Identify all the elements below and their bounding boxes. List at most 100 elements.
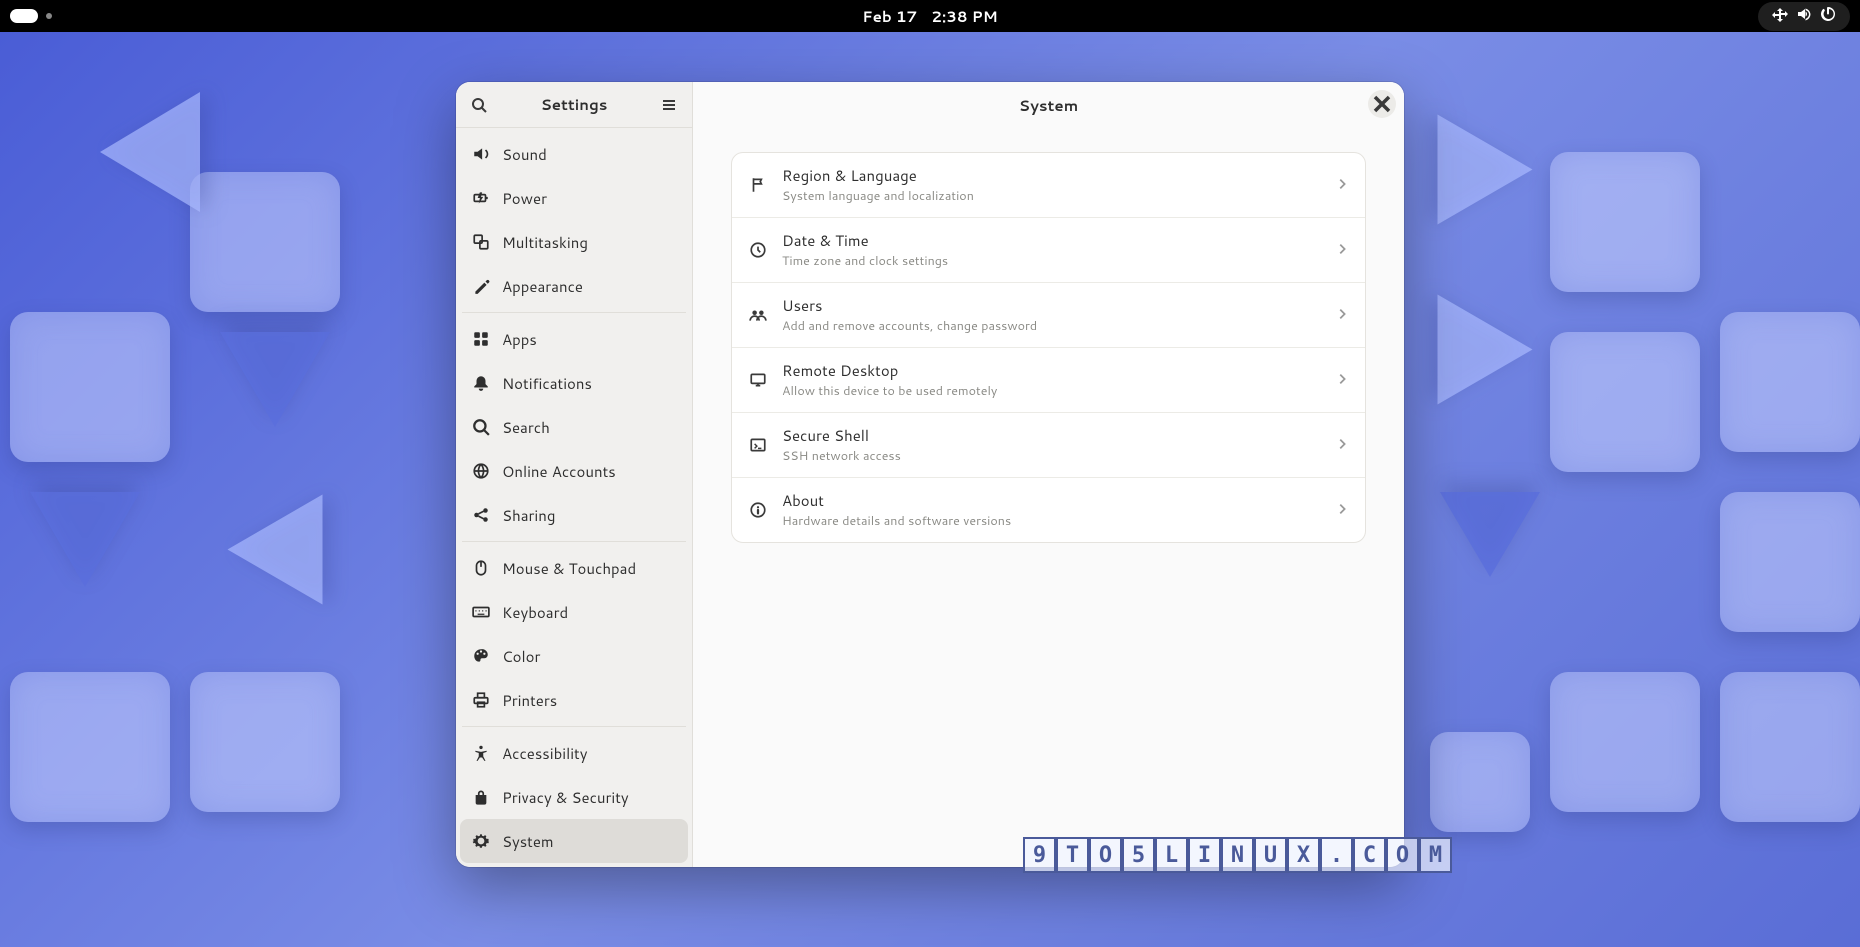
main-panel: System Region & LanguageSystem language …: [693, 82, 1404, 867]
search-icon: [472, 418, 490, 436]
watermark-char: M: [1419, 837, 1452, 873]
power-icon: [472, 189, 490, 207]
sidebar-item-label: Sharing: [502, 505, 555, 526]
row-text: Remote DesktopAllow this device to be us…: [782, 360, 1321, 400]
row-date-time[interactable]: Date & TimeTime zone and clock settings: [732, 218, 1365, 283]
privacy-icon: [472, 788, 490, 806]
sidebar-separator: [462, 541, 686, 542]
time-label: 2:38 PM: [931, 6, 997, 27]
sidebar-item-privacy-security[interactable]: Privacy & Security: [460, 775, 688, 819]
system-icon: [472, 832, 490, 850]
watermark-char: T: [1056, 837, 1089, 873]
color-icon: [472, 647, 490, 665]
system-status-area[interactable]: [1758, 2, 1850, 31]
chevron-right-icon: [1335, 174, 1349, 197]
sidebar-item-notifications[interactable]: Notifications: [460, 361, 688, 405]
row-about[interactable]: AboutHardware details and software versi…: [732, 478, 1365, 542]
sidebar-item-online-accounts[interactable]: Online Accounts: [460, 449, 688, 493]
sidebar-item-appearance[interactable]: Appearance: [460, 264, 688, 308]
sidebar-item-multitasking[interactable]: Multitasking: [460, 220, 688, 264]
row-title: About: [782, 490, 1321, 511]
datetime-icon: [748, 241, 768, 259]
row-remote-desktop[interactable]: Remote DesktopAllow this device to be us…: [732, 348, 1365, 413]
sidebar-item-system[interactable]: System: [460, 819, 688, 863]
sidebar-separator: [462, 726, 686, 727]
desktop: Settings SoundPowerMultitaskingAppearanc…: [0, 32, 1860, 947]
sidebar-item-label: Accessibility: [502, 743, 588, 764]
main-body: Region & LanguageSystem language and loc…: [693, 128, 1404, 567]
notifications-icon: [472, 374, 490, 392]
row-title: Region & Language: [782, 165, 1321, 186]
sidebar-item-apps[interactable]: Apps: [460, 317, 688, 361]
row-text: Region & LanguageSystem language and loc…: [782, 165, 1321, 205]
ssh-icon: [748, 436, 768, 454]
row-subtitle: SSH network access: [782, 447, 1321, 465]
row-subtitle: System language and localization: [782, 187, 1321, 205]
region-icon: [748, 176, 768, 194]
row-users[interactable]: UsersAdd and remove accounts, change pas…: [732, 283, 1365, 348]
appearance-icon: [472, 277, 490, 295]
sidebar-item-label: Power: [502, 188, 547, 209]
sidebar-item-sharing[interactable]: Sharing: [460, 493, 688, 537]
sidebar-item-accessibility[interactable]: Accessibility: [460, 731, 688, 775]
sidebar-item-label: Printers: [502, 690, 557, 711]
row-subtitle: Time zone and clock settings: [782, 252, 1321, 270]
watermark-char: 9: [1023, 837, 1056, 873]
activities-area[interactable]: [10, 9, 52, 23]
watermark-char: C: [1353, 837, 1386, 873]
row-text: Date & TimeTime zone and clock settings: [782, 230, 1321, 270]
date-label: Feb 17: [862, 6, 917, 27]
clock-area[interactable]: Feb 17 2:38 PM: [862, 6, 997, 27]
sidebar-item-label: Sound: [502, 144, 547, 165]
activities-indicator: [10, 9, 38, 23]
keyboard-icon: [472, 603, 490, 621]
sidebar-item-color[interactable]: Color: [460, 634, 688, 678]
sidebar-item-label: Multitasking: [502, 232, 588, 253]
sidebar-item-search[interactable]: Search: [460, 405, 688, 449]
sidebar-item-sound[interactable]: Sound: [460, 132, 688, 176]
sidebar-item-power[interactable]: Power: [460, 176, 688, 220]
search-button[interactable]: [464, 90, 494, 120]
watermark-char: 5: [1122, 837, 1155, 873]
sidebar-list: Sound Power Multitasking Appearance Apps Noti…: [456, 128, 692, 867]
about-icon: [748, 501, 768, 519]
sidebar-item-mouse-touchpad[interactable]: Mouse & Touchpad: [460, 546, 688, 590]
row-secure-shell[interactable]: Secure ShellSSH network access: [732, 413, 1365, 478]
sidebar-item-label: System: [502, 831, 554, 852]
row-region-language[interactable]: Region & LanguageSystem language and loc…: [732, 153, 1365, 218]
watermark-char: O: [1089, 837, 1122, 873]
watermark-char: O: [1386, 837, 1419, 873]
row-text: Secure ShellSSH network access: [782, 425, 1321, 465]
close-button[interactable]: [1368, 90, 1396, 118]
accessibility-icon: [472, 744, 490, 762]
network-icon: [1768, 6, 1792, 27]
chevron-right-icon: [1335, 304, 1349, 327]
online-accounts-icon: [472, 462, 490, 480]
chevron-right-icon: [1335, 239, 1349, 262]
sidebar-item-label: Search: [502, 417, 550, 438]
watermark-char: I: [1188, 837, 1221, 873]
watermark-char: L: [1155, 837, 1188, 873]
remote-icon: [748, 371, 768, 389]
apps-icon: [472, 330, 490, 348]
sidebar-item-label: Privacy & Security: [502, 787, 629, 808]
sidebar-item-label: Notifications: [502, 373, 592, 394]
system-rows: Region & LanguageSystem language and loc…: [731, 152, 1366, 543]
sidebar-item-label: Mouse & Touchpad: [502, 558, 636, 579]
sidebar-item-label: Appearance: [502, 276, 583, 297]
sidebar-item-printers[interactable]: Printers: [460, 678, 688, 722]
settings-sidebar: Settings SoundPowerMultitaskingAppearanc…: [456, 82, 693, 867]
sidebar-item-keyboard[interactable]: Keyboard: [460, 590, 688, 634]
power-icon: [1816, 6, 1840, 27]
settings-window: Settings SoundPowerMultitaskingAppearanc…: [456, 82, 1404, 867]
row-title: Remote Desktop: [782, 360, 1321, 381]
menu-button[interactable]: [654, 90, 684, 120]
chevron-right-icon: [1335, 434, 1349, 457]
chevron-right-icon: [1335, 369, 1349, 392]
multitasking-icon: [472, 233, 490, 251]
users-icon: [748, 306, 768, 324]
row-subtitle: Hardware details and software versions: [782, 512, 1321, 530]
row-text: UsersAdd and remove accounts, change pas…: [782, 295, 1321, 335]
sidebar-item-label: Online Accounts: [502, 461, 616, 482]
watermark: 9TO5LINUX.COM: [1023, 837, 1452, 873]
